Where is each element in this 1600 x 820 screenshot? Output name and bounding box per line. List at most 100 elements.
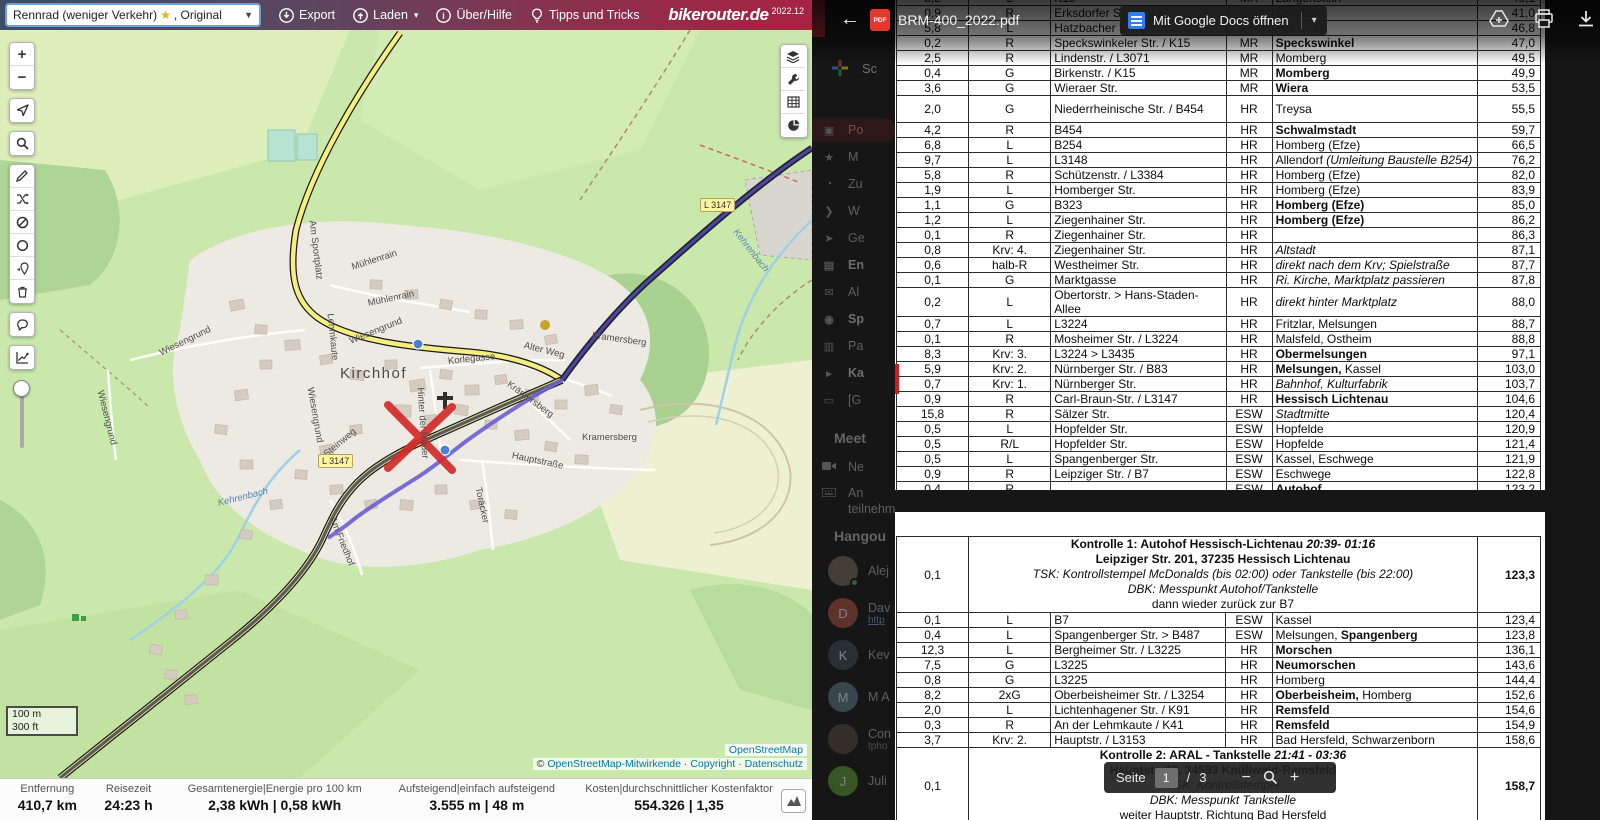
join-meeting-item[interactable]: An — [812, 486, 896, 500]
copyright-link[interactable]: Copyright — [690, 758, 735, 770]
cue-row: 0,3RAn der Lehmkaute / K41HRRemsfeld154,… — [897, 718, 1541, 733]
join-meeting-item-line2[interactable]: teilnehmen — [848, 502, 896, 516]
gmail-folder-item[interactable]: ▭[G — [812, 388, 896, 412]
hangouts-contact[interactable]: Alej — [828, 556, 889, 586]
slider-knob[interactable] — [13, 380, 30, 397]
cue-row: 0,8Krv: 4.Ziegenhainer Str.HRAltstadt87,… — [897, 243, 1541, 258]
zoom-out-button[interactable]: − — [1239, 769, 1254, 787]
export-download-icon — [279, 8, 294, 23]
export-button[interactable]: Export — [279, 8, 335, 23]
circle-nogo-button[interactable] — [10, 234, 34, 257]
route-statistics-bar: Entfernung 410,7 km Reisezeit 24:23 h Ge… — [0, 778, 812, 820]
nogo-button[interactable] — [10, 211, 34, 234]
cue-row: 0,4RESWAutohof123,2 — [897, 482, 1541, 491]
cue-row: 0,4LSpangenberger Str. > B487ESWMelsunge… — [897, 628, 1541, 643]
folder-icon: ▣ — [822, 124, 836, 137]
cue-row: 0,6halb-RWestheimer Str.HRdirekt nach de… — [897, 258, 1541, 273]
hangouts-contact[interactable]: JJuli — [828, 766, 887, 796]
camera-icon — [822, 461, 836, 471]
search-button[interactable] — [10, 132, 34, 155]
data-table-button[interactable] — [781, 91, 805, 114]
hangouts-contact[interactable]: MM A — [828, 682, 890, 712]
back-button[interactable]: ← — [840, 8, 860, 31]
open-with-google-docs-button[interactable]: Mit Google Docs öffnen ▾ — [1120, 6, 1327, 35]
map-canvas[interactable]: MühlenrainMühlenrainAm SportplatzWieseng… — [0, 30, 812, 778]
cue-row: 5,9Krv: 2.Nürnberger Str. / B83HRMelsung… — [897, 362, 1541, 377]
pencil-icon — [16, 170, 28, 182]
help-button[interactable]: i Über/Hilfe — [436, 8, 512, 23]
gmail-folder-item[interactable]: ▣Po — [812, 118, 896, 142]
zoom-in-button[interactable]: + — [10, 43, 34, 66]
osm-contributors-link[interactable]: OpenStreetMap-Mitwirkende — [547, 758, 681, 770]
cue-row: 2,0LLichtenhagener Str. / K91HRRemsfeld1… — [897, 703, 1541, 718]
stat-ascend: Aufsteigend|einfach aufsteigend 3.555 m … — [377, 781, 577, 820]
draw-route-button[interactable] — [10, 165, 34, 188]
delete-button[interactable] — [10, 280, 34, 303]
poi-button[interactable] — [10, 257, 34, 280]
gmail-folder-item[interactable]: ▸Ka — [812, 361, 896, 385]
cue-row: 2,5RLindenstr. / L3071MRMomberg49,5 — [897, 51, 1541, 66]
opacity-slider[interactable] — [13, 378, 31, 454]
hangouts-contact[interactable]: KKev — [828, 640, 890, 670]
reroute-button[interactable] — [10, 188, 34, 211]
hangouts-section-title: Hangou — [834, 528, 886, 544]
open-with-caret-icon[interactable]: ▾ — [1310, 15, 1319, 26]
zoom-out-button[interactable]: − — [10, 66, 34, 89]
gmail-folder-item[interactable]: ◔Zu — [812, 172, 896, 196]
print-button[interactable] — [1534, 9, 1554, 29]
circle-icon — [16, 239, 29, 252]
osm-link[interactable]: OpenStreetMap — [725, 744, 807, 756]
gmail-folder-item[interactable]: ❯W — [812, 199, 896, 223]
line-chart-icon — [16, 351, 29, 364]
elevation-chart-button[interactable] — [10, 346, 34, 369]
folder-icon: ▥ — [822, 340, 836, 353]
favorite-star-icon: ★ — [160, 8, 171, 22]
routing-profile-select[interactable]: Rennrad (weniger Verkehr) ★, Original ▼ — [5, 3, 261, 27]
privacy-link[interactable]: Datenschutz — [745, 758, 803, 770]
svg-text:i: i — [443, 11, 446, 21]
screen: Rennrad (weniger Verkehr) ★, Original ▼ … — [0, 0, 1600, 820]
locate-button[interactable] — [10, 99, 34, 122]
download-icon — [1576, 9, 1596, 29]
elevation-profile-toggle[interactable] — [781, 789, 806, 813]
tips-button[interactable]: Tipps und Tricks — [530, 8, 640, 23]
avatar: J — [828, 766, 858, 796]
route-via-marker — [413, 339, 423, 349]
shuffle-icon — [16, 193, 29, 205]
lasso-select-button[interactable] — [10, 313, 34, 336]
download-button[interactable] — [1576, 9, 1596, 29]
trash-icon — [17, 286, 28, 298]
map-toolbar-right — [780, 44, 808, 146]
cue-row: 3,6GWieraer Str.MRWiera53,5 — [897, 81, 1541, 96]
stats-pie-button[interactable] — [781, 114, 805, 137]
gmail-folder-item[interactable]: ★M — [812, 145, 896, 169]
new-meeting-item[interactable]: Ne — [812, 460, 896, 474]
gmail-folder-item[interactable]: ➤Ge — [812, 226, 896, 250]
wrench-icon — [787, 73, 800, 86]
gmail-folder-item[interactable]: ✉Al — [812, 280, 896, 304]
cue-row: 0,5LHopfelder Str.ESWHopfelde120,9 — [897, 422, 1541, 437]
zoom-in-button[interactable]: + — [1287, 769, 1302, 787]
profile-text: Rennrad (weniger Verkehr) — [13, 8, 157, 22]
google-docs-icon — [1128, 12, 1145, 29]
gmail-folder-item[interactable]: ▥Pa — [812, 334, 896, 358]
cue-row: 7,5GL3225HRNeumorschen143,6 — [897, 658, 1541, 673]
hangouts-contact[interactable]: DDavhttp — [828, 598, 890, 628]
hangouts-contact[interactable]: Contpho — [828, 724, 891, 754]
gmail-preview-window: Sc ▣Po★M◔Zu❯W➤Ge▤En✉Al◉Sp▥Pa▸Ka▭[G Meet … — [812, 0, 1600, 820]
gmail-folder-item[interactable]: ◉Sp — [812, 307, 896, 331]
zoom-fit-button[interactable] — [1263, 770, 1278, 785]
avatar: K — [828, 640, 858, 670]
bikerouter-header: Rennrad (weniger Verkehr) ★, Original ▼ … — [0, 0, 812, 30]
cue-row: 3,7Krv: 2.Hauptstr. / L3153HRBad Hersfel… — [897, 733, 1541, 748]
tools-button[interactable] — [781, 68, 805, 91]
folder-icon: ▤ — [822, 259, 836, 272]
page-number-input[interactable]: 1 — [1155, 768, 1178, 788]
laden-button[interactable]: Laden ▾ — [353, 8, 418, 23]
add-to-drive-button[interactable] — [1488, 9, 1510, 29]
layers-button[interactable] — [781, 45, 805, 68]
folder-icon: ◔ — [822, 178, 836, 190]
gmail-folder-item[interactable]: ▤En — [812, 253, 896, 277]
table-icon — [787, 96, 800, 108]
compose-button[interactable]: Sc — [830, 58, 877, 78]
